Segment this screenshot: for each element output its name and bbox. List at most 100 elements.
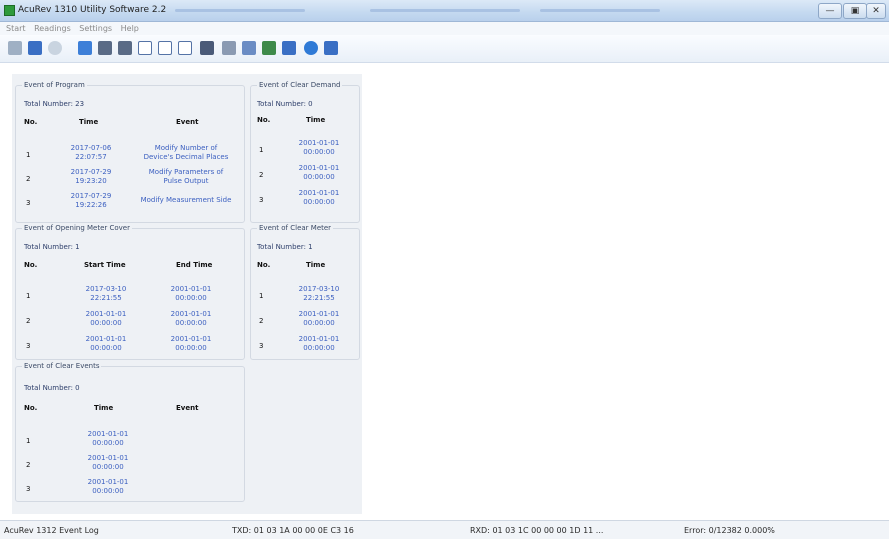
- meter2-icon[interactable]: [118, 41, 132, 55]
- col-header-time: Time: [306, 261, 326, 269]
- row-start-time: 2001-01-01 00:00:00: [85, 310, 127, 327]
- tools-icon[interactable]: [222, 41, 236, 55]
- chart-icon[interactable]: [138, 41, 152, 55]
- col-header-event: Event: [176, 404, 199, 412]
- row-no: 3: [259, 196, 264, 204]
- clear-events-group: Event of Clear Events Total Number: 0 No…: [15, 362, 245, 502]
- menu-bar: Start Readings Settings Help: [0, 22, 889, 35]
- row-time: 2001-01-01 00:00:00: [298, 189, 340, 206]
- row-time: 2017-07-29 19:22:26: [70, 192, 112, 209]
- col-header-no: No.: [257, 116, 271, 124]
- col-header-end-time: End Time: [176, 261, 213, 269]
- col-header-time: Time: [79, 118, 99, 126]
- menu-readings[interactable]: Readings: [34, 24, 71, 33]
- row-event: Modify Parameters of Pulse Output: [148, 168, 224, 185]
- connect-icon[interactable]: [8, 41, 22, 55]
- row-no: 2: [26, 175, 31, 183]
- disconnect-icon[interactable]: [28, 41, 42, 55]
- window-title: AcuRev 1310 Utility Software 2.2: [18, 5, 167, 15]
- row-no: 1: [259, 292, 264, 300]
- row-event: Modify Measurement Side: [140, 196, 232, 204]
- col-header-no: No.: [24, 404, 38, 412]
- row-time: 2017-07-29 19:23:20: [70, 168, 112, 185]
- row-time: 2017-07-06 22:07:57: [70, 144, 112, 161]
- row-no: 2: [26, 317, 31, 325]
- row-end-time: 2001-01-01 00:00:00: [170, 335, 212, 352]
- col-header-time: Time: [306, 116, 326, 124]
- menu-help[interactable]: Help: [121, 24, 139, 33]
- row-start-time: 2017-03-10 22:21:55: [85, 285, 127, 302]
- monitor-icon[interactable]: [78, 41, 92, 55]
- total-number: Total Number: 1: [257, 243, 313, 251]
- program-events-group: Event of Program Total Number: 23 No. Ti…: [15, 81, 245, 223]
- group-title: Event of Clear Demand: [257, 81, 343, 89]
- row-end-time: 2001-01-01 00:00:00: [170, 285, 212, 302]
- table-icon[interactable]: [158, 41, 172, 55]
- row-no: 1: [26, 151, 31, 159]
- row-time: 2001-01-01 00:00:00: [87, 454, 129, 471]
- app-icon: [4, 5, 15, 16]
- export-icon[interactable]: [200, 41, 214, 55]
- exit-icon[interactable]: [324, 41, 338, 55]
- titlebar-blur: [540, 9, 660, 12]
- row-time: 2001-01-01 00:00:00: [87, 430, 129, 447]
- col-header-event: Event: [176, 118, 199, 126]
- row-event: Modify Number of Device's Decimal Places: [143, 144, 229, 161]
- row-no: 2: [26, 461, 31, 469]
- total-number: Total Number: 23: [24, 100, 85, 108]
- menu-start[interactable]: Start: [6, 24, 26, 33]
- row-no: 1: [26, 292, 31, 300]
- status-rxd: RXD: 01 03 1C 00 00 00 1D 11 ...: [470, 526, 604, 535]
- row-end-time: 2001-01-01 00:00:00: [170, 310, 212, 327]
- col-header-start-time: Start Time: [84, 261, 126, 269]
- row-time: 2017-03-10 22:21:55: [298, 285, 340, 302]
- menu-settings[interactable]: Settings: [79, 24, 112, 33]
- col-header-time: Time: [94, 404, 114, 412]
- group-title: Event of Opening Meter Cover: [22, 224, 132, 232]
- calendar-icon[interactable]: [178, 41, 192, 55]
- titlebar-blur: [370, 9, 520, 12]
- main-content: Event of Program Total Number: 23 No. Ti…: [0, 64, 889, 520]
- row-no: 1: [26, 437, 31, 445]
- row-no: 1: [259, 146, 264, 154]
- help-icon[interactable]: [304, 41, 318, 55]
- status-txd: TXD: 01 03 1A 00 00 0E C3 16: [232, 526, 354, 535]
- status-bar: AcuRev 1312 Event Log TXD: 01 03 1A 00 0…: [0, 520, 889, 539]
- status-error: Error: 0/12382 0.000%: [684, 526, 775, 535]
- total-number: Total Number: 0: [257, 100, 313, 108]
- settings-icon[interactable]: [48, 41, 62, 55]
- group-title: Event of Clear Events: [22, 362, 102, 370]
- clear-demand-group: Event of Clear Demand Total Number: 0 No…: [250, 81, 360, 223]
- row-time: 2001-01-01 00:00:00: [298, 335, 340, 352]
- toolbar: [0, 35, 889, 63]
- report-icon[interactable]: [282, 41, 296, 55]
- row-no: 2: [259, 171, 264, 179]
- row-no: 3: [26, 342, 31, 350]
- clear-meter-group: Event of Clear Meter Total Number: 1 No.…: [250, 224, 360, 360]
- title-bar: AcuRev 1310 Utility Software 2.2 — ▣ ✕: [0, 0, 889, 22]
- row-time: 2001-01-01 00:00:00: [298, 139, 340, 156]
- row-no: 3: [26, 485, 31, 493]
- group-title: Event of Clear Meter: [257, 224, 334, 232]
- total-number: Total Number: 0: [24, 384, 80, 392]
- meter-cover-group: Event of Opening Meter Cover Total Numbe…: [15, 224, 245, 360]
- row-start-time: 2001-01-01 00:00:00: [85, 335, 127, 352]
- row-no: 3: [26, 199, 31, 207]
- total-number: Total Number: 1: [24, 243, 80, 251]
- event-icon[interactable]: [262, 41, 276, 55]
- row-time: 2001-01-01 00:00:00: [298, 310, 340, 327]
- status-module: AcuRev 1312 Event Log: [4, 526, 99, 535]
- close-button[interactable]: ✕: [866, 3, 886, 19]
- group-title: Event of Program: [22, 81, 87, 89]
- row-no: 2: [259, 317, 264, 325]
- row-time: 2001-01-01 00:00:00: [298, 164, 340, 181]
- row-no: 3: [259, 342, 264, 350]
- minimize-button[interactable]: —: [818, 3, 842, 19]
- col-header-no: No.: [257, 261, 271, 269]
- log-icon[interactable]: [242, 41, 256, 55]
- titlebar-blur: [175, 9, 305, 12]
- row-time: 2001-01-01 00:00:00: [87, 478, 129, 495]
- maximize-button[interactable]: ▣: [843, 3, 867, 19]
- col-header-no: No.: [24, 118, 38, 126]
- meter-icon[interactable]: [98, 41, 112, 55]
